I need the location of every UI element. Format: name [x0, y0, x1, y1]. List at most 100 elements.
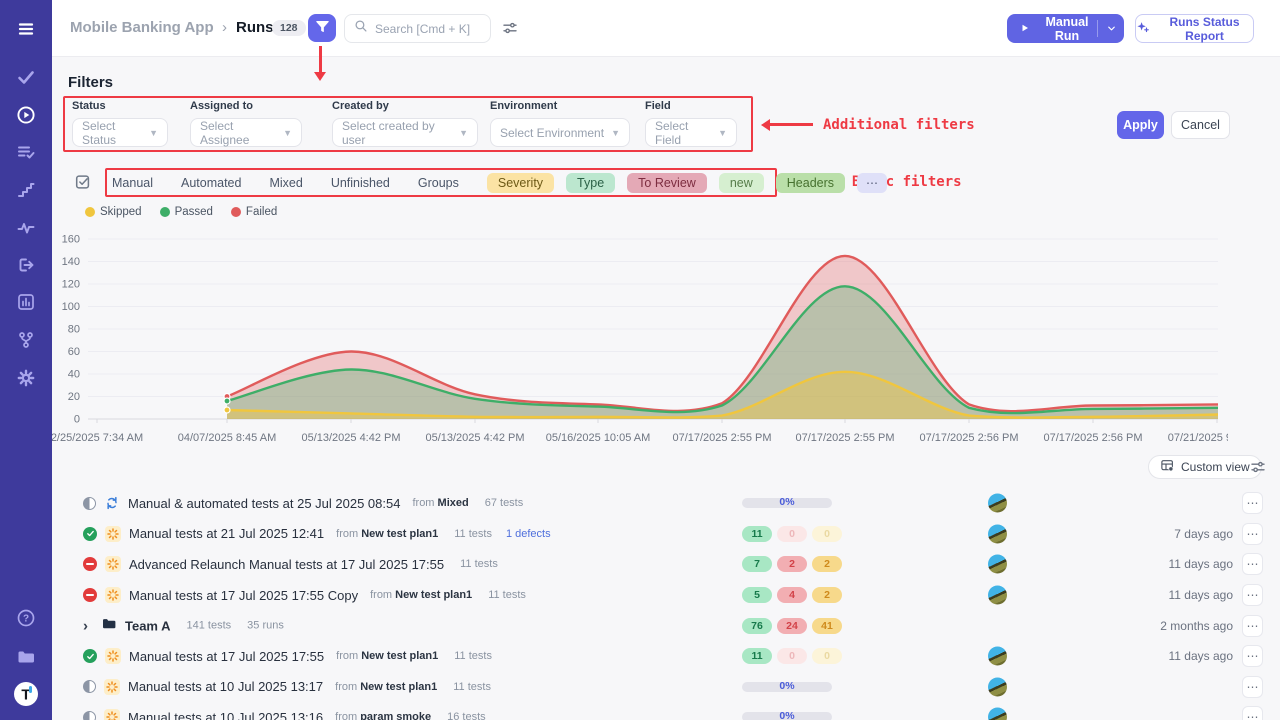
sidebar-item-branches[interactable]	[0, 325, 52, 355]
filter-select-field[interactable]: Select Field▼	[645, 118, 737, 147]
defects-link[interactable]: 1 defects	[506, 528, 551, 540]
row-menu-button[interactable]: ⋯	[1242, 584, 1263, 606]
svg-text:80: 80	[68, 324, 80, 336]
run-title[interactable]: Manual tests at 21 Jul 2025 12:41	[129, 526, 324, 541]
apply-button[interactable]: Apply	[1117, 111, 1164, 139]
chevron-right-icon[interactable]: ›	[83, 617, 93, 634]
custom-view-button[interactable]: Custom view	[1148, 455, 1262, 479]
svg-text:05/13/2025 4:42 PM: 05/13/2025 4:42 PM	[301, 432, 400, 444]
run-title[interactable]: Manual tests at 17 Jul 2025 17:55	[129, 649, 324, 664]
filter-label: Status	[72, 100, 168, 112]
filter-tab-automated[interactable]: Automated	[181, 176, 241, 190]
result-badges: 542	[742, 587, 842, 603]
filter-tag-headers[interactable]: Headers	[776, 173, 845, 193]
chevron-down-icon[interactable]	[1098, 23, 1124, 34]
group-row[interactable]: ›Team A141 tests35 runs7624412 months ag…	[52, 610, 1280, 641]
menu-icon[interactable]	[0, 14, 52, 44]
row-menu-button[interactable]: ⋯	[1242, 553, 1263, 575]
svg-text:07/17/2025 2:56 PM: 07/17/2025 2:56 PM	[919, 432, 1018, 444]
run-row[interactable]: Manual tests at 17 Jul 2025 17:55 from Ne…	[52, 641, 1280, 672]
header: Mobile Banking App › Runs 128 Manual Run…	[52, 0, 1280, 57]
run-row[interactable]: Manual & automated tests at 25 Jul 2025 …	[52, 488, 1280, 519]
filter-tab-unfinished[interactable]: Unfinished	[331, 176, 390, 190]
status-failed-icon	[83, 557, 97, 571]
legend-item-failed[interactable]: Failed	[231, 206, 277, 218]
sidebar-logo[interactable]: T	[0, 679, 52, 709]
run-title[interactable]: Manual tests at 10 Jul 2025 13:17	[128, 679, 323, 694]
run-row[interactable]: Advanced Relaunch Manual tests at 17 Jul…	[52, 549, 1280, 580]
from-plan: from New test plan1	[336, 650, 438, 662]
run-row[interactable]: Manual tests at 17 Jul 2025 17:55 Copyfr…	[52, 580, 1280, 611]
select-runs-icon[interactable]	[74, 173, 92, 196]
row-menu-button[interactable]: ⋯	[1242, 676, 1263, 698]
filter-tag-new[interactable]: new	[719, 173, 764, 193]
sidebar-item-settings[interactable]	[0, 363, 52, 393]
sidebar-item-analytics[interactable]	[0, 287, 52, 317]
sidebar-item-runs[interactable]	[0, 100, 52, 130]
run-title[interactable]: Manual tests at 10 Jul 2025 13:16	[128, 710, 323, 720]
sidebar-item-import[interactable]	[0, 250, 52, 280]
run-row[interactable]: Manual tests at 21 Jul 2025 12:41from Ne…	[52, 519, 1280, 550]
row-main: Advanced Relaunch Manual tests at 17 Jul…	[83, 556, 498, 572]
filter-tag-severity[interactable]: Severity	[487, 173, 554, 193]
skipped-badge: 41	[812, 618, 842, 634]
row-main: Manual tests at 17 Jul 2025 17:55 Copyfr…	[83, 587, 526, 603]
legend-label: Failed	[246, 206, 277, 218]
row-menu-button[interactable]: ⋯	[1242, 523, 1263, 545]
legend-item-skipped[interactable]: Skipped	[85, 206, 142, 218]
folder-icon	[101, 615, 117, 636]
manual-run-button[interactable]: Manual Run	[1007, 14, 1124, 43]
run-row[interactable]: Manual tests at 10 Jul 2025 13:17 from Ne…	[52, 672, 1280, 703]
search-box[interactable]	[344, 14, 491, 43]
filter-tab-groups[interactable]: Groups	[418, 176, 459, 190]
breadcrumb-page: Runs	[236, 19, 274, 36]
row-menu-button[interactable]: ⋯	[1242, 706, 1263, 720]
search-input[interactable]	[375, 22, 481, 36]
from-plan: from New test plan1	[335, 681, 437, 693]
from-plan: from param smoke	[335, 711, 431, 720]
filter-tag-type[interactable]: Type	[566, 173, 615, 193]
more-tags-button[interactable]: ⋯	[857, 173, 887, 193]
filter-funnel-button[interactable]	[308, 14, 336, 42]
result-badges: 722	[742, 556, 842, 572]
row-menu-button[interactable]: ⋯	[1242, 492, 1263, 514]
filter-select-created-by[interactable]: Select created by user▼	[332, 118, 478, 147]
filter-tab-manual[interactable]: Manual	[112, 176, 153, 190]
run-row[interactable]: Manual tests at 10 Jul 2025 13:16 from pa…	[52, 702, 1280, 720]
cancel-button[interactable]: Cancel	[1171, 111, 1230, 139]
sidebar-item-help[interactable]: ?	[0, 603, 52, 633]
sidebar-item-projects[interactable]	[0, 642, 52, 672]
failed-badge: 2	[777, 556, 807, 572]
filter-tab-mixed[interactable]: Mixed	[269, 176, 302, 190]
row-menu-button[interactable]: ⋯	[1242, 645, 1263, 667]
avatar	[988, 647, 1007, 666]
avatar	[988, 524, 1007, 543]
legend-item-passed[interactable]: Passed	[160, 206, 213, 218]
filter-select-environment[interactable]: Select Environment▼	[490, 118, 630, 147]
legend-label: Passed	[175, 206, 213, 218]
progress-bar: 0%	[742, 682, 832, 692]
group-title[interactable]: Team A	[125, 618, 171, 633]
search-settings-icon[interactable]	[502, 20, 518, 41]
runs-status-report-button[interactable]: Runs Status Report	[1135, 14, 1254, 43]
select-placeholder: Select created by user	[342, 119, 453, 147]
filter-select-assigned-to[interactable]: Select Assignee▼	[190, 118, 302, 147]
row-menu-button[interactable]: ⋯	[1242, 615, 1263, 637]
sidebar-item-plans[interactable]	[0, 137, 52, 167]
breadcrumb-project[interactable]: Mobile Banking App	[70, 19, 214, 36]
report-label: Runs Status Report	[1156, 15, 1253, 43]
run-title[interactable]: Advanced Relaunch Manual tests at 17 Jul…	[129, 557, 444, 572]
run-title[interactable]: Manual & automated tests at 25 Jul 2025 …	[128, 496, 400, 511]
view-settings-icon[interactable]	[1250, 459, 1266, 480]
svg-text:20: 20	[68, 391, 80, 403]
sync-icon	[104, 495, 120, 511]
run-title[interactable]: Manual tests at 17 Jul 2025 17:55 Copy	[129, 588, 358, 603]
sidebar-item-milestones[interactable]	[0, 175, 52, 205]
sidebar-item-tests[interactable]	[0, 62, 52, 92]
avatar	[988, 708, 1007, 720]
sidebar-item-activity[interactable]	[0, 213, 52, 243]
row-main: Manual tests at 21 Jul 2025 12:41from Ne…	[83, 526, 551, 542]
filter-select-status[interactable]: Select Status▼	[72, 118, 168, 147]
filter-tag-to-review[interactable]: To Review	[627, 173, 707, 193]
tests-count: 11 tests	[454, 528, 492, 540]
